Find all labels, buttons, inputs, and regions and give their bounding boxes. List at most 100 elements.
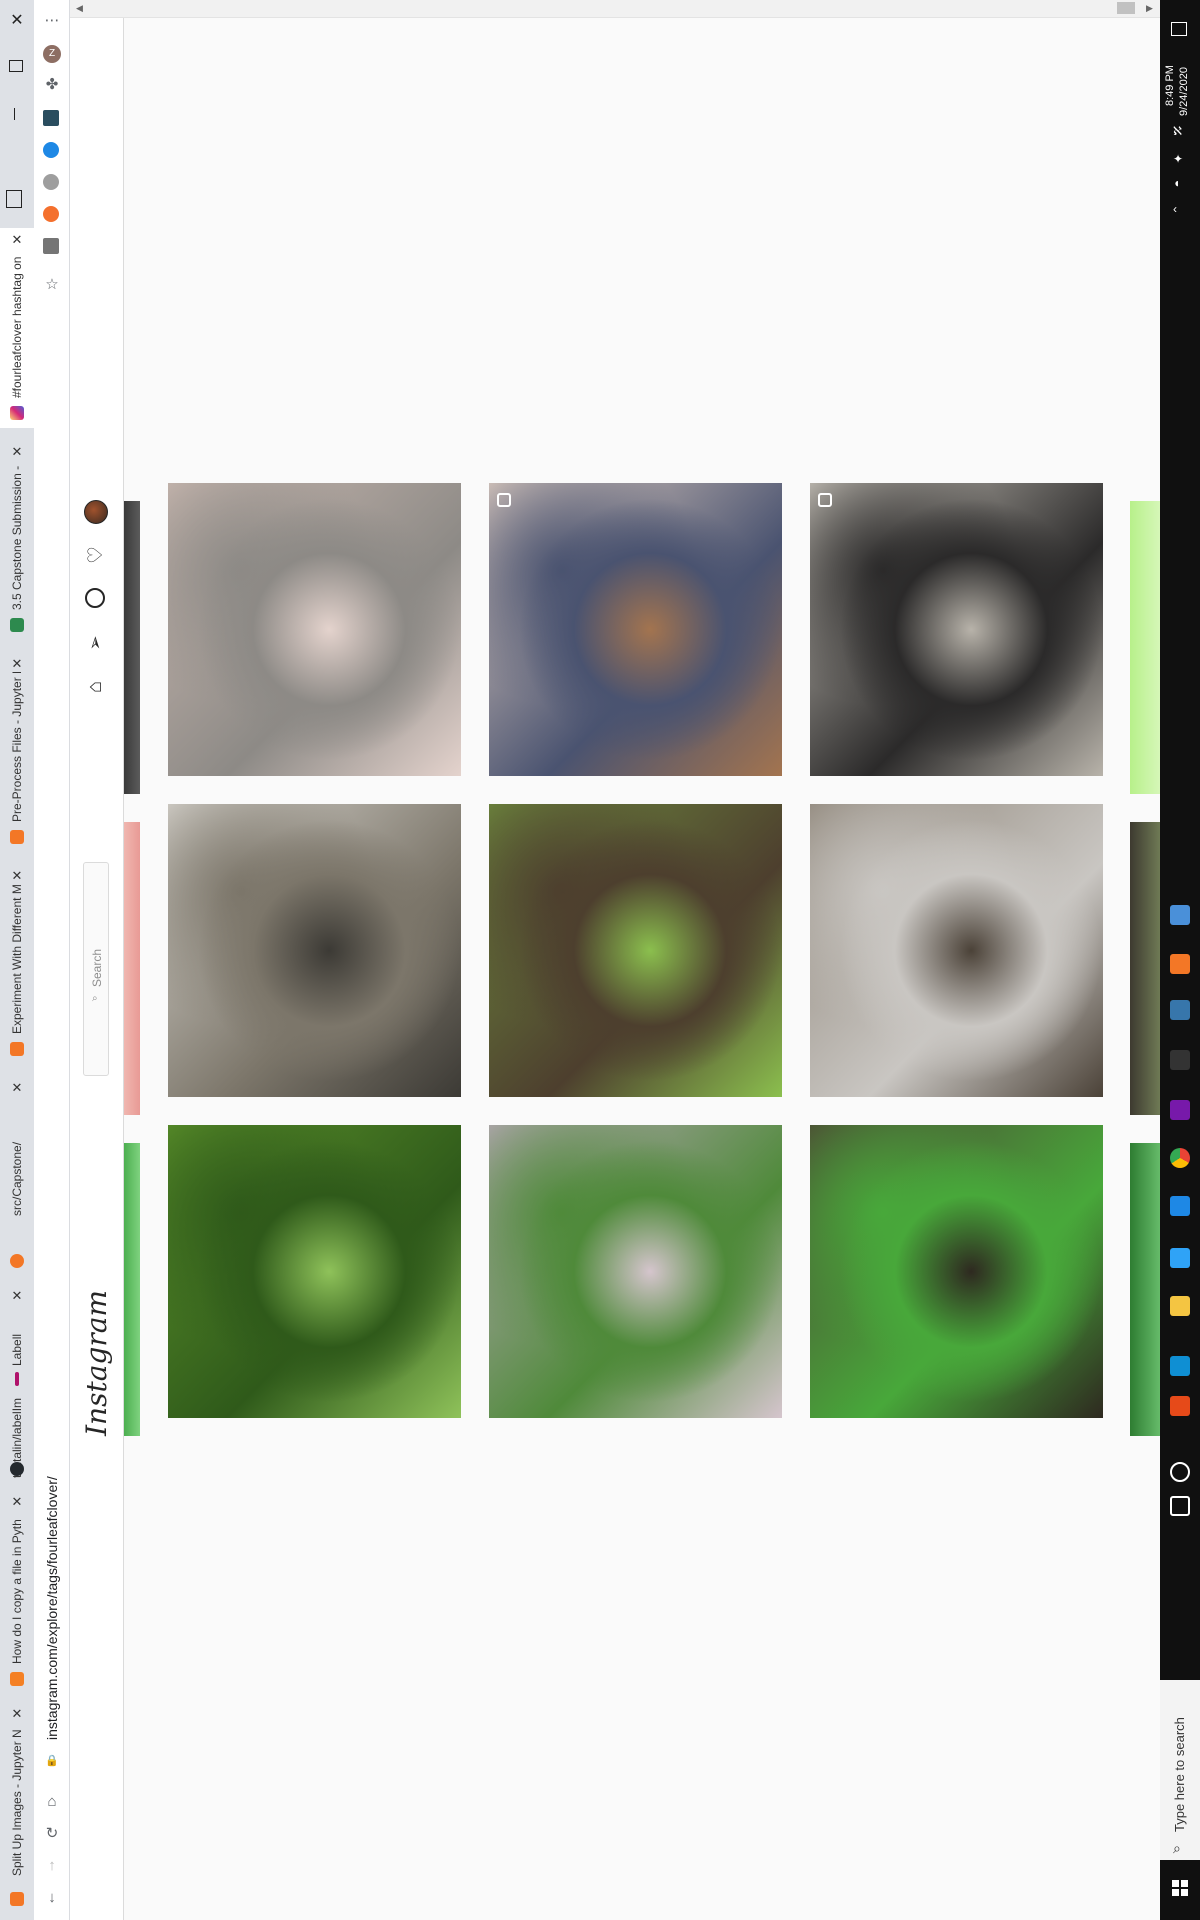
tab-label: Split Up Images - Jupyter N xyxy=(10,1729,24,1876)
tab-label: 3.5 Capstone Submission - xyxy=(10,465,24,610)
lock-icon: 🔒 xyxy=(45,1755,59,1767)
file-explorer-icon[interactable] xyxy=(1170,1296,1190,1316)
tab-favicon xyxy=(10,618,24,632)
extension-icon[interactable] xyxy=(43,110,59,126)
reload-icon[interactable]: ↻ xyxy=(43,1825,61,1843)
vscode-icon[interactable] xyxy=(1170,1196,1190,1216)
tab-label: Experiment With Different M xyxy=(10,884,24,1034)
address-bar-url[interactable]: instagram.com/explore/tags/fourleafclove… xyxy=(44,1476,60,1740)
instagram-header: ♡ ➢ ⌂ Search ⌕ Instagram xyxy=(70,0,124,1920)
tab-src-capstone[interactable]: ✕ src/Capstone/ xyxy=(0,1076,34,1276)
jupyter-favicon xyxy=(10,1254,24,1268)
post-thumbnail[interactable] xyxy=(489,804,782,1097)
tab-close-icon[interactable]: ✕ xyxy=(9,1288,25,1304)
clock-time[interactable]: 8:49 PM xyxy=(1164,65,1176,106)
post-thumbnail[interactable] xyxy=(168,483,461,776)
github-favicon xyxy=(10,1462,24,1476)
direct-send-icon[interactable]: ➢ xyxy=(84,632,106,654)
extension-icon[interactable] xyxy=(43,206,59,222)
edge-icon[interactable] xyxy=(1170,1356,1190,1376)
terminal-icon[interactable] xyxy=(1170,1050,1190,1070)
language-icon[interactable]: ℵ xyxy=(1173,124,1182,138)
tab-label: Labell xyxy=(10,1333,24,1366)
extensions-puzzle-icon[interactable]: ✤ xyxy=(43,76,61,94)
home-icon[interactable]: ⌂ xyxy=(84,676,106,698)
tab-fourleafclover[interactable]: ✕ #fourleafclover hashtag on xyxy=(0,228,34,428)
tab-split-up-images[interactable]: ✕ Split Up Images - Jupyter N xyxy=(0,1706,34,1920)
profile-avatar[interactable] xyxy=(84,500,108,524)
chrome-icon[interactable] xyxy=(1170,1148,1190,1168)
more-menu-icon[interactable]: ⋯ xyxy=(43,12,61,30)
post-thumbnail[interactable] xyxy=(489,483,782,776)
search-icon: ⌕ xyxy=(1173,1840,1181,1856)
post-thumbnail[interactable] xyxy=(489,1125,782,1418)
horizontal-scrollbar[interactable]: ◀ ▶ xyxy=(70,0,1160,18)
office-icon[interactable] xyxy=(1170,1396,1190,1416)
minimize-window-button[interactable] xyxy=(14,108,15,120)
dropbox-icon[interactable]: ✦ xyxy=(1173,152,1183,166)
taskbar-search-box[interactable]: Type here to search ⌕ xyxy=(1160,1680,1200,1860)
post-thumbnail[interactable] xyxy=(168,804,461,1097)
close-window-button[interactable]: ✕ xyxy=(8,12,26,30)
forward-icon[interactable]: ↑ xyxy=(43,1857,61,1875)
task-view-icon[interactable] xyxy=(1170,1496,1190,1516)
back-icon[interactable]: ↓ xyxy=(43,1889,61,1907)
video-icon xyxy=(497,493,511,507)
extension-icon[interactable] xyxy=(43,238,59,254)
tab-search-icon[interactable] xyxy=(6,190,22,208)
scroll-left-arrow[interactable]: ◀ xyxy=(76,3,83,14)
restore-window-button[interactable] xyxy=(9,60,23,72)
extension-icon[interactable] xyxy=(43,142,59,158)
tab-preprocess-files[interactable]: ✕ Pre-Process Files - Jupyter N xyxy=(0,652,34,852)
search-placeholder: Search xyxy=(90,948,104,987)
partial-tile-left[interactable] xyxy=(124,1143,140,1436)
tab-close-icon[interactable]: ✕ xyxy=(9,656,25,672)
jupyter-favicon xyxy=(10,1042,24,1056)
tab-label: Pre-Process Files - Jupyter N xyxy=(10,672,24,822)
scroll-thumb[interactable] xyxy=(1117,2,1135,14)
show-hidden-icons[interactable]: ‹ xyxy=(1173,202,1177,216)
tab-label: How do I copy a file in Pyth xyxy=(10,1519,24,1664)
post-grid xyxy=(124,18,1160,1920)
post-thumbnail[interactable] xyxy=(168,1125,461,1418)
tab-close-icon[interactable]: ✕ xyxy=(9,868,25,884)
tab-close-icon[interactable]: ✕ xyxy=(9,232,25,248)
python-icon[interactable] xyxy=(1170,1000,1190,1020)
tab-close-icon[interactable]: ✕ xyxy=(9,444,25,460)
tab-experiment[interactable]: ✕ Experiment With Different M xyxy=(0,864,34,1064)
post-thumbnail[interactable] xyxy=(810,483,1103,776)
clock-date[interactable]: 9/24/2020 xyxy=(1178,67,1190,116)
cortana-icon[interactable] xyxy=(1170,1462,1190,1482)
bookmark-star-icon[interactable]: ☆ xyxy=(43,276,61,294)
tab-capstone-submission[interactable]: ✕ 3.5 Capstone Submission - xyxy=(0,440,34,640)
partial-tile-left[interactable] xyxy=(124,501,140,794)
start-button[interactable] xyxy=(1172,1880,1188,1896)
activity-heart-icon[interactable]: ♡ xyxy=(85,544,107,566)
calculator-icon[interactable] xyxy=(1170,905,1190,925)
partial-tile-right[interactable] xyxy=(1130,501,1160,794)
tab-labelling[interactable]: ✕ Labell xyxy=(0,1288,34,1388)
tab-label: #fourleafclover hashtag on xyxy=(10,256,24,398)
jupyter-favicon xyxy=(10,830,24,844)
search-box[interactable]: Search ⌕ xyxy=(83,862,109,1076)
tab-copy-file-python[interactable]: ✕ How do I copy a file in Pyth xyxy=(0,1494,34,1694)
jupyter-icon[interactable] xyxy=(1170,954,1190,974)
partial-tile-right[interactable] xyxy=(1130,822,1160,1115)
onenote-icon[interactable] xyxy=(1170,1100,1190,1120)
extension-icon[interactable] xyxy=(43,174,59,190)
photoshop-icon[interactable] xyxy=(1170,1248,1190,1268)
partial-tile-right[interactable] xyxy=(1130,1143,1160,1436)
search-icon: ⌕ xyxy=(92,993,98,1004)
action-center-icon[interactable] xyxy=(1171,22,1187,36)
post-thumbnail[interactable] xyxy=(810,804,1103,1097)
instagram-logo[interactable]: Instagram xyxy=(80,1290,113,1436)
carousel-icon xyxy=(818,493,832,507)
tab-close-icon[interactable]: ✕ xyxy=(9,1080,25,1096)
explore-compass-icon[interactable] xyxy=(85,588,105,608)
home-button-icon[interactable]: ⌂ xyxy=(43,1793,61,1811)
scroll-right-arrow[interactable]: ▶ xyxy=(1146,3,1153,14)
post-thumbnail[interactable] xyxy=(810,1125,1103,1418)
profile-avatar[interactable]: Z xyxy=(43,45,61,63)
partial-tile-left[interactable] xyxy=(124,822,140,1115)
volume-icon[interactable]: ◖ xyxy=(1173,176,1180,190)
